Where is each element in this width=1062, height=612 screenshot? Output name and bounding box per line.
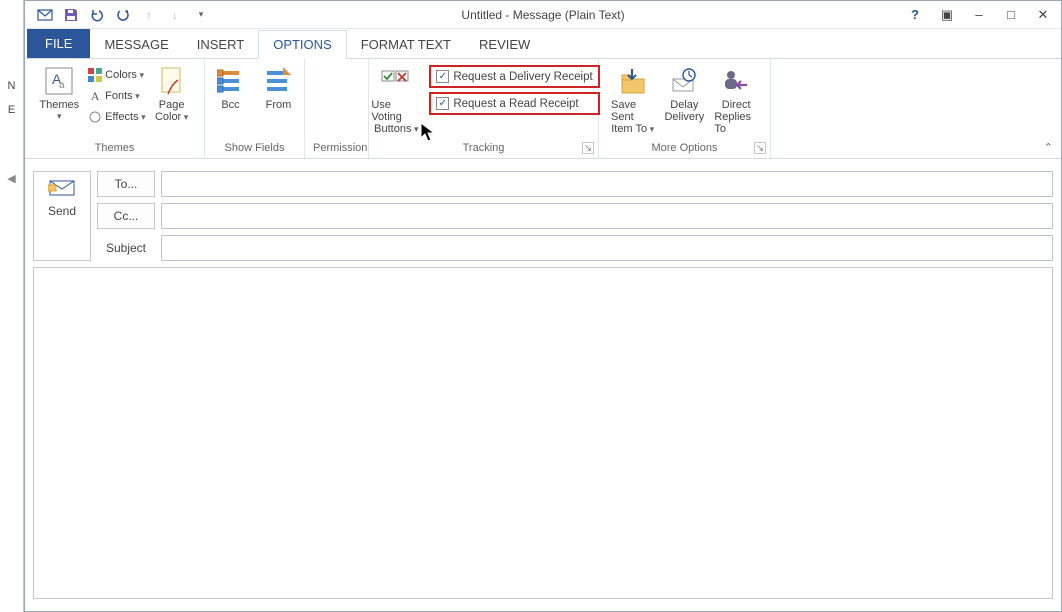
page-color-button[interactable]: Page Color bbox=[150, 63, 194, 125]
qat-window-icon[interactable] bbox=[33, 4, 57, 26]
fonts-button[interactable]: AFonts bbox=[87, 86, 145, 106]
ribbon: Aa Themes ▾ Colors AFonts Effects Page C… bbox=[25, 59, 1061, 159]
request-delivery-receipt-checkbox[interactable]: ✓ Request a Delivery Receipt bbox=[432, 68, 596, 85]
window-controls: ? ▣ – □ ✕ bbox=[903, 4, 1055, 26]
bcc-icon bbox=[215, 65, 247, 97]
voting-icon bbox=[380, 65, 412, 97]
effects-icon bbox=[87, 109, 103, 125]
tab-message[interactable]: MESSAGE bbox=[90, 31, 182, 58]
page-color-icon bbox=[156, 65, 188, 97]
tab-options[interactable]: OPTIONS bbox=[258, 30, 347, 59]
group-label-permission: Permission bbox=[313, 140, 360, 158]
group-label-show-fields: Show Fields bbox=[213, 140, 296, 158]
to-input[interactable] bbox=[161, 171, 1053, 197]
tab-review[interactable]: REVIEW bbox=[465, 31, 544, 58]
effects-button[interactable]: Effects bbox=[87, 107, 145, 127]
colors-button[interactable]: Colors bbox=[87, 65, 145, 85]
sliver-letter: N bbox=[0, 74, 23, 98]
minimize-button[interactable]: – bbox=[967, 4, 991, 26]
message-header: Send To... Cc... Subject bbox=[33, 167, 1053, 267]
qat-dropdown-icon[interactable]: ▾ bbox=[189, 4, 213, 26]
save-sent-icon bbox=[617, 65, 649, 97]
close-button[interactable]: ✕ bbox=[1031, 4, 1055, 26]
next-item-icon: ↓ bbox=[163, 4, 187, 26]
colors-icon bbox=[87, 67, 103, 83]
cc-row: Cc... bbox=[97, 203, 1053, 229]
tracking-checkboxes: ✓ Request a Delivery Receipt ✓ Request a… bbox=[429, 63, 599, 115]
save-sent-item-to-button[interactable]: Save Sent Item To bbox=[607, 63, 658, 137]
tab-insert[interactable]: INSERT bbox=[183, 31, 258, 58]
send-button[interactable]: Send bbox=[33, 171, 91, 261]
collapse-ribbon-button[interactable]: ⌃ bbox=[1044, 141, 1053, 154]
delivery-receipt-highlight: ✓ Request a Delivery Receipt bbox=[429, 65, 599, 88]
subject-input[interactable] bbox=[161, 235, 1053, 261]
tab-format-text[interactable]: FORMAT TEXT bbox=[347, 31, 465, 58]
more-options-dialog-launcher[interactable]: ↘ bbox=[754, 142, 766, 154]
address-fields: To... Cc... Subject bbox=[97, 171, 1053, 261]
background-window-sliver: N E ◀ bbox=[0, 0, 24, 612]
themes-icon: Aa bbox=[43, 65, 75, 97]
tab-file[interactable]: FILE bbox=[27, 29, 90, 58]
direct-replies-to-button[interactable]: Direct Replies To bbox=[710, 63, 762, 137]
message-body[interactable] bbox=[33, 267, 1053, 599]
ribbon-display-button[interactable]: ▣ bbox=[935, 4, 959, 26]
message-window: ↑ ↓ ▾ Untitled - Message (Plain Text) ? … bbox=[24, 0, 1062, 612]
cc-button[interactable]: Cc... bbox=[97, 203, 155, 229]
group-more-options: Save Sent Item To Delay Delivery Direct … bbox=[599, 59, 771, 158]
delay-delivery-icon bbox=[668, 65, 700, 97]
themes-subpanel: Colors AFonts Effects bbox=[87, 63, 145, 127]
quick-access-toolbar: ↑ ↓ ▾ bbox=[25, 4, 213, 26]
save-icon[interactable] bbox=[59, 4, 83, 26]
checkbox-icon: ✓ bbox=[436, 70, 449, 83]
group-tracking: Use Voting Buttons ✓ Request a Delivery … bbox=[369, 59, 599, 158]
group-label-more-options: More Options bbox=[607, 140, 762, 158]
undo-icon[interactable] bbox=[85, 4, 109, 26]
group-label-themes: Themes bbox=[33, 140, 196, 158]
checkbox-icon: ✓ bbox=[436, 97, 449, 110]
themes-label: Themes bbox=[39, 99, 79, 111]
fonts-icon: A bbox=[87, 88, 103, 104]
subject-label: Subject bbox=[97, 241, 155, 255]
group-label-tracking: Tracking bbox=[377, 140, 590, 158]
from-button[interactable]: From bbox=[257, 63, 301, 113]
group-show-fields: Bcc From Show Fields bbox=[205, 59, 305, 158]
tracking-dialog-launcher[interactable]: ↘ bbox=[582, 142, 594, 154]
help-button[interactable]: ? bbox=[903, 4, 927, 26]
cc-input[interactable] bbox=[161, 203, 1053, 229]
from-icon bbox=[263, 65, 295, 97]
previous-item-icon: ↑ bbox=[137, 4, 161, 26]
group-themes: Aa Themes ▾ Colors AFonts Effects Page C… bbox=[25, 59, 205, 158]
use-voting-buttons[interactable]: Use Voting Buttons bbox=[367, 63, 425, 137]
bcc-button[interactable]: Bcc bbox=[209, 63, 253, 113]
redo-icon[interactable] bbox=[111, 4, 135, 26]
maximize-button[interactable]: □ bbox=[999, 4, 1023, 26]
group-permission: Permission bbox=[305, 59, 369, 158]
title-bar: ↑ ↓ ▾ Untitled - Message (Plain Text) ? … bbox=[25, 1, 1061, 29]
direct-replies-icon bbox=[720, 65, 752, 97]
window-title: Untitled - Message (Plain Text) bbox=[461, 8, 624, 22]
themes-button[interactable]: Aa Themes ▾ bbox=[35, 63, 83, 124]
compose-area: Send To... Cc... Subject bbox=[33, 167, 1053, 599]
collapse-arrow-icon[interactable]: ◀ bbox=[0, 166, 23, 190]
delay-delivery-button[interactable]: Delay Delivery bbox=[662, 63, 706, 125]
request-read-receipt-checkbox[interactable]: ✓ Request a Read Receipt bbox=[432, 95, 596, 112]
svg-text:a: a bbox=[59, 80, 65, 91]
sliver-letter: E bbox=[0, 98, 23, 122]
ribbon-tab-strip: FILE MESSAGE INSERT OPTIONS FORMAT TEXT … bbox=[25, 29, 1061, 59]
send-icon bbox=[48, 178, 76, 198]
subject-row: Subject bbox=[97, 235, 1053, 261]
sliver-tab-fragment bbox=[0, 36, 23, 60]
to-button[interactable]: To... bbox=[97, 171, 155, 197]
read-receipt-highlight: ✓ Request a Read Receipt bbox=[429, 92, 599, 115]
to-row: To... bbox=[97, 171, 1053, 197]
